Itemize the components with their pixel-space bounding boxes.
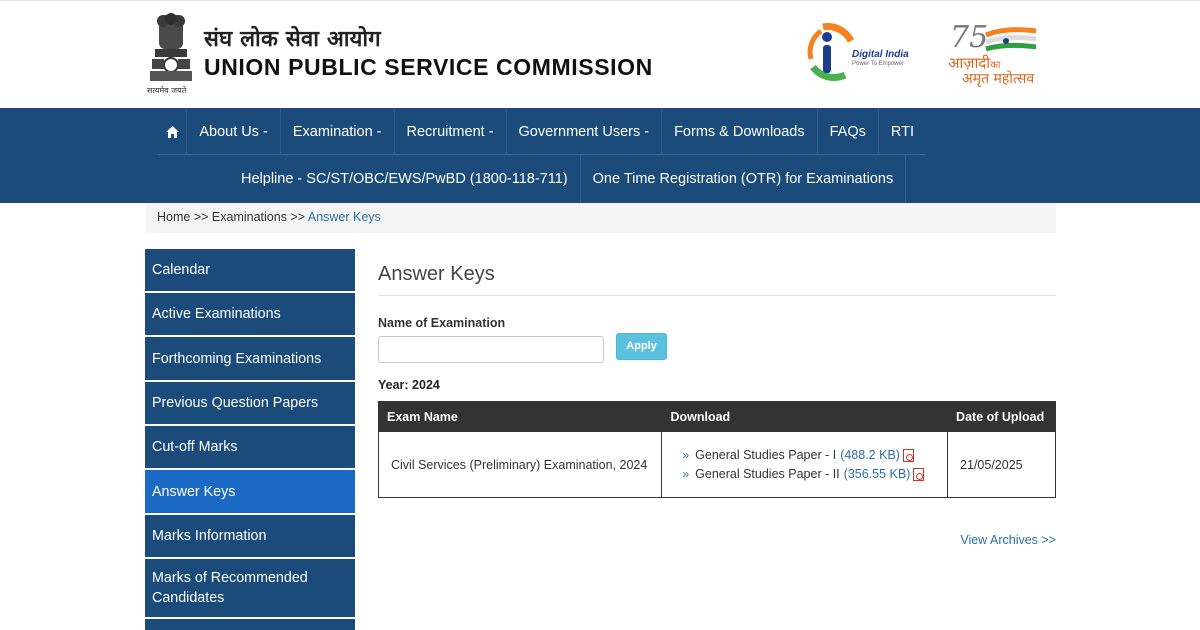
exam-name-label: Name of Examination [378,316,506,330]
exam-name-cell: Civil Services (Preliminary) Examination… [377,431,663,498]
sidebar-item-calendar[interactable]: Calendar [145,249,355,291]
download-link[interactable]: » General Studies Paper - I (488.2 KB) [674,446,935,465]
nav-recruitment[interactable]: Recruitment - [395,108,507,155]
nav-examination[interactable]: Examination - [281,108,395,155]
pdf-icon[interactable] [902,448,914,462]
exam-name-input[interactable] [378,336,604,363]
year-label: Year: 2024 [378,378,440,392]
nav-helpline[interactable]: Helpline - SC/ST/OBC/EWS/PwBD (1800-118-… [229,155,581,203]
sidebar-item-marks-of-recommended-candidates[interactable]: Marks of Recommended Candidates [145,559,355,617]
pdf-icon[interactable] [913,467,925,481]
nav-forms-downloads[interactable]: Forms & Downloads [662,108,818,155]
site-header: सत्यमेव जयते संघ लोक सेवा आयोग UNION PUB… [0,0,1200,108]
nav-government-users[interactable]: Government Users - [507,108,663,155]
home-icon [165,125,179,138]
bullet-icon: » [682,447,690,462]
column-header-download: Download [661,401,949,432]
breadcrumb: Home >> Examinations >> Answer Keys [146,203,1056,233]
sidebar-item-answer-keys[interactable]: Answer Keys [145,470,355,513]
nav-faqs[interactable]: FAQs [818,108,879,155]
breadcrumb-home[interactable]: Home [157,210,190,224]
digital-india-tagline: Power To Empower [852,61,904,67]
breadcrumb-separator: >> [193,210,209,224]
column-header-date-of-upload: Date of Upload [947,401,1056,432]
sidebar-item-marks-information[interactable]: Marks Information [145,515,355,557]
breadcrumb-separator: >> [290,210,306,224]
sidebar-item-previous-question-papers[interactable]: Previous Question Papers [145,382,355,424]
table-row: Civil Services (Preliminary) Examination… [377,431,1056,498]
nav-about-us[interactable]: About Us - [187,108,281,155]
download-link[interactable]: » General Studies Paper - II (356.55 KB) [674,465,935,484]
breadcrumb-examinations[interactable]: Examinations [212,210,287,224]
sidebar-item-cut-off-marks[interactable]: Cut-off Marks [145,426,355,468]
download-size[interactable]: (488.2 KB) [840,446,900,465]
upload-date-cell: 21/05/2025 [947,431,1056,498]
national-emblem-icon [150,13,192,81]
main-nav: About Us - Examination - Recruitment - G… [0,108,1200,203]
sidebar: Calendar Active Examinations Forthcoming… [145,249,355,630]
breadcrumb-current[interactable]: Answer Keys [308,210,381,224]
nav-otr[interactable]: One Time Registration (OTR) for Examinat… [581,155,907,203]
title-divider [378,295,1056,296]
download-cell: » General Studies Paper - I (488.2 KB) »… [661,431,949,498]
nav-row-secondary: Helpline - SC/ST/OBC/EWS/PwBD (1800-118-… [229,155,907,203]
download-name[interactable]: General Studies Paper - II [695,465,840,484]
org-name-hindi: संघ लोक सेवा आयोग [204,27,381,52]
page-title: Answer Keys [378,263,495,285]
sidebar-item-partial[interactable] [145,619,355,630]
answer-keys-table: Exam Name Download Date of Upload Civil … [377,401,1056,498]
azadi-line2: अमृत महोत्सव [962,71,1035,87]
sidebar-item-forthcoming-examinations[interactable]: Forthcoming Examinations [145,337,355,380]
digital-india-title: Digital India [852,49,909,60]
table-header-row: Exam Name Download Date of Upload [377,401,1056,432]
apply-button[interactable]: Apply [616,333,667,360]
svg-text:75: 75 [950,20,988,55]
org-name-english[interactable]: UNION PUBLIC SERVICE COMMISSION [204,54,653,81]
nav-home[interactable] [158,108,188,155]
sidebar-item-active-examinations[interactable]: Active Examinations [145,293,355,335]
download-name[interactable]: General Studies Paper - I [695,446,836,465]
column-header-exam-name: Exam Name [377,401,663,432]
emblem-motto: सत्यमेव जयते [147,86,187,95]
nav-row-primary: About Us - Examination - Recruitment - G… [158,108,926,155]
nav-rti[interactable]: RTI [879,108,926,155]
download-size[interactable]: (356.55 KB) [844,465,911,484]
view-archives-link[interactable]: View Archives >> [960,533,1056,547]
bullet-icon: » [682,466,690,481]
